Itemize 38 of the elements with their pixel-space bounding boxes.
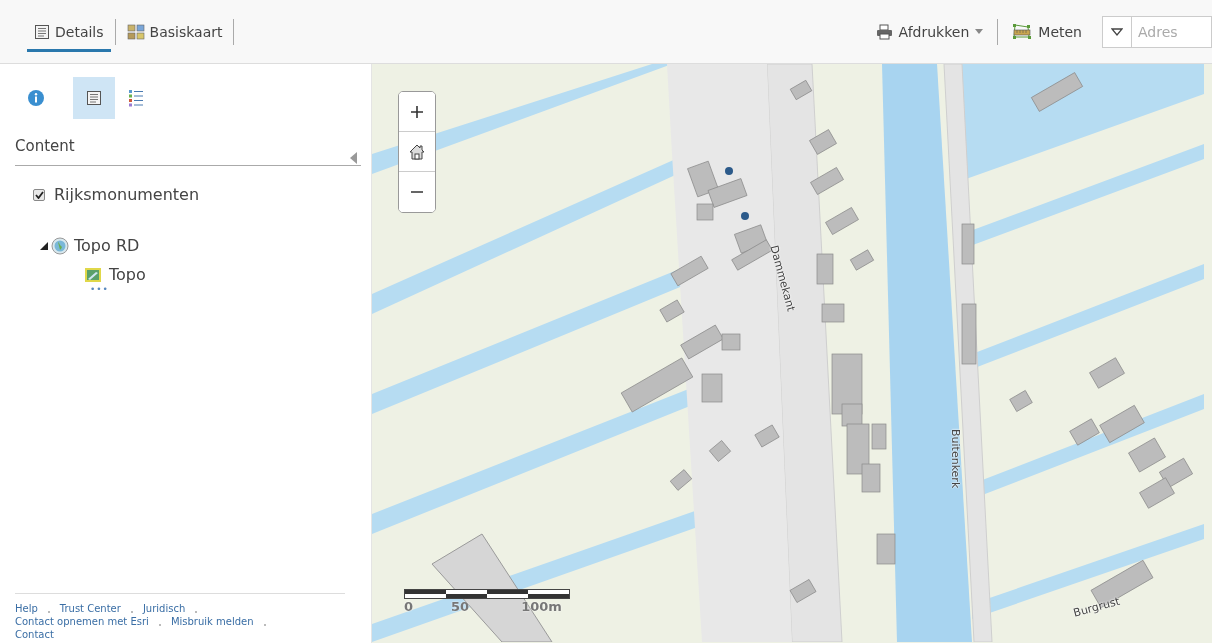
caret-icon (975, 29, 984, 34)
street-label: Buitenkerk (949, 429, 962, 489)
scale-label: 50 (451, 599, 470, 614)
content-list-icon (86, 90, 102, 106)
footer-link[interactable]: Contact (15, 628, 54, 641)
globe-icon (51, 236, 69, 255)
map-layer-icon (84, 266, 102, 283)
document-list-icon (34, 24, 50, 40)
more-options-button[interactable]: ••• (90, 284, 361, 294)
layer-label: Topo (109, 265, 146, 284)
address-search-field[interactable]: Adres (1132, 15, 1212, 48)
ruler-icon (1012, 23, 1033, 40)
printer-icon (875, 23, 893, 40)
footer-link[interactable]: Help (15, 602, 38, 615)
tab[interactable]: Details (27, 15, 111, 52)
layer-label: Rijksmonumenten (54, 185, 200, 204)
print-button[interactable]: Afdrukken (871, 19, 988, 44)
measure-button[interactable]: Meten (1008, 19, 1086, 44)
legend-icon (128, 89, 144, 107)
info-icon (28, 90, 44, 106)
zoom-in-button[interactable] (399, 92, 435, 132)
footer-link[interactable]: Trust Center (59, 602, 121, 615)
basemap-grid-icon (126, 24, 145, 40)
footer-link[interactable]: Misbruik melden (170, 615, 254, 628)
collapse-triangle-icon[interactable] (350, 152, 357, 164)
footer-link[interactable]: Juridisch (142, 602, 186, 615)
scale-label: 0 (404, 599, 414, 614)
scale-label: 100m (521, 599, 562, 614)
dropdown-button[interactable] (1102, 15, 1132, 48)
footer-link[interactable]: Contact opnemen met Esri (15, 615, 149, 628)
minus-icon (408, 191, 426, 193)
expanded-triangle-icon[interactable] (40, 241, 48, 250)
panel-tab[interactable] (73, 77, 115, 119)
tab[interactable]: Basiskaart (119, 15, 230, 52)
triangle-down-icon (1111, 27, 1123, 36)
checkbox[interactable] (33, 188, 45, 201)
layer-label: Topo RD (74, 236, 140, 255)
home-icon (408, 142, 426, 161)
